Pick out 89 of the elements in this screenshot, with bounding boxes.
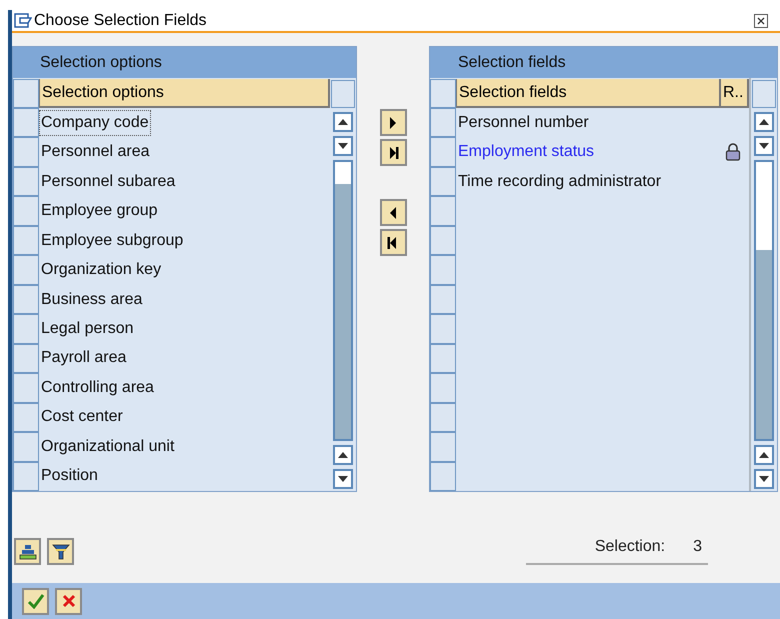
row-selector[interactable] xyxy=(13,284,39,314)
row-selector[interactable] xyxy=(430,108,456,138)
caret-down-icon xyxy=(759,476,769,482)
move-all-right-button[interactable] xyxy=(380,139,406,166)
option-item[interactable]: Company code xyxy=(40,110,150,135)
scroll-down-button[interactable] xyxy=(333,136,353,156)
scroll-down-button[interactable] xyxy=(754,136,774,156)
column-header[interactable]: Selection options xyxy=(39,79,330,108)
filter-button[interactable] xyxy=(47,538,74,565)
scroll-up-button[interactable] xyxy=(754,112,774,132)
row-selector[interactable] xyxy=(430,284,456,314)
row-selector[interactable] xyxy=(430,196,456,226)
stack-button[interactable] xyxy=(14,538,41,565)
option-item[interactable]: Business area xyxy=(40,288,144,312)
row-selector[interactable] xyxy=(430,462,456,492)
triangle-left-icon xyxy=(387,236,399,250)
caret-down-icon xyxy=(338,143,348,149)
option-item[interactable]: Legal person xyxy=(40,317,135,342)
row-selector[interactable] xyxy=(13,344,39,374)
row-selector[interactable] xyxy=(430,137,456,167)
check-icon xyxy=(26,593,44,609)
row-selector[interactable] xyxy=(430,344,456,374)
row-selector[interactable] xyxy=(430,226,456,256)
triangle-right-icon xyxy=(387,116,399,130)
caret-up-icon xyxy=(759,452,769,458)
scrollbar-track[interactable] xyxy=(754,160,774,441)
field-item[interactable]: Employment status xyxy=(458,140,594,164)
window-title: Choose Selection Fields xyxy=(34,10,207,30)
scroll-up-button[interactable] xyxy=(333,445,353,465)
row-selector[interactable] xyxy=(430,166,456,196)
caret-up-icon xyxy=(338,452,348,458)
caret-down-icon xyxy=(759,143,769,149)
option-item[interactable]: Controlling area xyxy=(40,376,155,400)
move-right-button[interactable] xyxy=(380,109,406,136)
row-selector[interactable] xyxy=(13,166,39,196)
row-selector[interactable] xyxy=(13,255,39,285)
close-button[interactable] xyxy=(754,14,768,28)
move-all-left-button[interactable] xyxy=(380,229,406,256)
option-item[interactable]: Employee group xyxy=(40,199,159,224)
panel-title: Selection options xyxy=(40,52,162,72)
option-item[interactable]: Cost center xyxy=(40,405,124,430)
triangle-right-icon xyxy=(387,146,399,160)
scroll-up-button[interactable] xyxy=(754,445,774,465)
column-header[interactable]: Selection fields xyxy=(456,79,721,108)
confirm-button[interactable] xyxy=(22,588,49,614)
row-selector[interactable] xyxy=(13,137,39,167)
row-selector[interactable] xyxy=(430,79,456,108)
row-selector[interactable] xyxy=(13,373,39,403)
row-selector[interactable] xyxy=(430,432,456,462)
column-header[interactable]: R.. xyxy=(721,79,749,108)
scrollbar-track[interactable] xyxy=(333,160,353,441)
option-item[interactable]: Employee subgroup xyxy=(40,228,184,253)
field-item[interactable]: Time recording administrator xyxy=(458,170,662,194)
row-selector[interactable] xyxy=(13,79,39,108)
funnel-icon xyxy=(52,542,70,560)
option-item[interactable]: Personnel subarea xyxy=(40,170,176,194)
corner-cell[interactable] xyxy=(752,80,776,108)
option-item[interactable]: Personnel area xyxy=(40,140,151,164)
caret-down-icon xyxy=(338,476,348,482)
selection-count: 3 xyxy=(693,537,702,557)
caret-up-icon xyxy=(338,119,348,125)
row-selector[interactable] xyxy=(430,314,456,344)
option-item[interactable]: Organization key xyxy=(40,258,162,282)
row-selector[interactable] xyxy=(13,108,39,138)
row-selector[interactable] xyxy=(13,462,39,492)
scroll-down-button[interactable] xyxy=(333,469,353,489)
row-selector[interactable] xyxy=(430,373,456,403)
close-icon xyxy=(62,594,76,608)
scroll-down-button[interactable] xyxy=(754,469,774,489)
row-selector[interactable] xyxy=(430,402,456,432)
close-icon xyxy=(757,16,765,24)
cancel-button[interactable] xyxy=(55,588,82,614)
stack-icon xyxy=(18,542,36,560)
option-item[interactable]: Position xyxy=(40,464,99,488)
row-selector[interactable] xyxy=(13,432,39,462)
option-item[interactable]: Organizational unit xyxy=(40,434,176,459)
panel-title: Selection fields xyxy=(458,52,566,72)
field-item[interactable]: Personnel number xyxy=(458,110,589,135)
row-selector[interactable] xyxy=(13,196,39,226)
option-item[interactable]: Payroll area xyxy=(40,346,128,370)
row-selector[interactable] xyxy=(13,226,39,256)
move-left-button[interactable] xyxy=(380,199,406,226)
row-selector[interactable] xyxy=(430,255,456,285)
scroll-up-button[interactable] xyxy=(333,112,353,132)
corner-cell[interactable] xyxy=(331,80,355,108)
selection-label: Selection: xyxy=(594,537,666,557)
row-selector[interactable] xyxy=(13,314,39,344)
caret-up-icon xyxy=(759,119,769,125)
row-selector[interactable] xyxy=(13,402,39,432)
